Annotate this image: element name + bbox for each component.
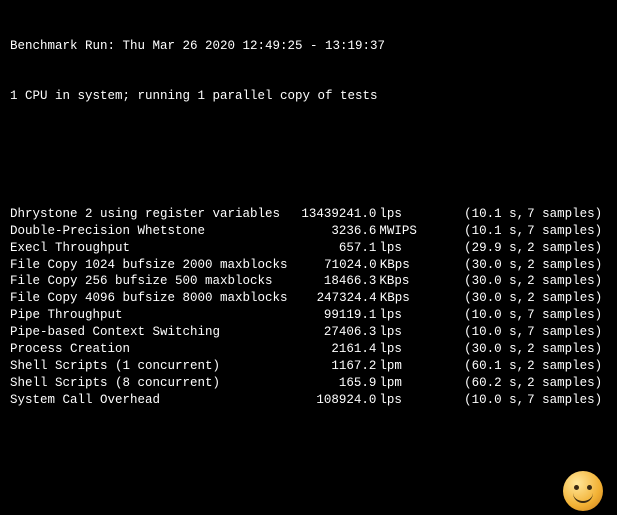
result-name: Double-Precision Whetstone — [10, 223, 282, 240]
result-unit: lpm — [376, 358, 424, 375]
result-value: 657.1 — [282, 240, 377, 257]
result-row: Shell Scripts (1 concurrent)1167.2lpm(60… — [10, 358, 607, 375]
terminal-output: Benchmark Run: Thu Mar 26 2020 12:49:25 … — [0, 0, 617, 515]
result-time: (60.1 s, — [424, 358, 524, 375]
benchmark-results-table: Dhrystone 2 using register variables1343… — [10, 206, 607, 409]
result-unit: lps — [376, 324, 424, 341]
result-value: 2161.4 — [282, 341, 377, 358]
result-name: System Call Overhead — [10, 392, 282, 409]
result-time: (29.9 s, — [424, 240, 524, 257]
result-unit: lps — [376, 240, 424, 257]
result-row: Shell Scripts (8 concurrent)165.9lpm(60.… — [10, 375, 607, 392]
result-unit: KBps — [376, 273, 424, 290]
result-samples: 7 samples) — [524, 324, 607, 341]
result-value: 247324.4 — [282, 290, 377, 307]
result-value: 99119.1 — [282, 307, 377, 324]
result-samples: 2 samples) — [524, 290, 607, 307]
result-row: System Call Overhead108924.0lps(10.0 s,7… — [10, 392, 607, 409]
result-samples: 2 samples) — [524, 273, 607, 290]
result-time: (30.0 s, — [424, 341, 524, 358]
result-name: Pipe-based Context Switching — [10, 324, 282, 341]
result-samples: 2 samples) — [524, 375, 607, 392]
result-value: 1167.2 — [282, 358, 377, 375]
result-value: 13439241.0 — [282, 206, 377, 223]
result-name: File Copy 1024 bufsize 2000 maxblocks — [10, 257, 282, 274]
run-header-line1: Benchmark Run: Thu Mar 26 2020 12:49:25 … — [10, 38, 607, 55]
result-time: (60.2 s, — [424, 375, 524, 392]
result-name: Shell Scripts (8 concurrent) — [10, 375, 282, 392]
blank-line — [10, 459, 607, 475]
result-unit: lps — [376, 392, 424, 409]
result-unit: lps — [376, 206, 424, 223]
result-time: (10.0 s, — [424, 324, 524, 341]
result-name: Shell Scripts (1 concurrent) — [10, 358, 282, 375]
result-value: 71024.0 — [282, 257, 377, 274]
result-samples: 7 samples) — [524, 307, 607, 324]
result-row: File Copy 4096 bufsize 8000 maxblocks247… — [10, 290, 607, 307]
result-row: Dhrystone 2 using register variables1343… — [10, 206, 607, 223]
result-row: Pipe-based Context Switching27406.3lps(1… — [10, 324, 607, 341]
result-time: (30.0 s, — [425, 257, 525, 274]
result-value: 27406.3 — [282, 324, 377, 341]
result-samples: 2 samples) — [524, 240, 607, 257]
result-time: (10.1 s, — [424, 223, 524, 240]
run-header-line2: 1 CPU in system; running 1 parallel copy… — [10, 88, 607, 105]
result-samples: 7 samples) — [524, 392, 607, 409]
result-value: 108924.0 — [282, 392, 377, 409]
result-samples: 2 samples) — [524, 257, 607, 274]
result-row: File Copy 256 bufsize 500 maxblocks18466… — [10, 273, 607, 290]
result-row: Double-Precision Whetstone3236.6MWIPS(10… — [10, 223, 607, 240]
result-unit: lps — [376, 341, 424, 358]
result-unit: KBps — [377, 257, 425, 274]
result-value: 165.9 — [282, 375, 377, 392]
result-name: Dhrystone 2 using register variables — [10, 206, 282, 223]
result-time: (30.0 s, — [425, 290, 525, 307]
result-time: (10.0 s, — [424, 392, 524, 409]
result-time: (10.1 s, — [424, 206, 524, 223]
result-time: (30.0 s, — [424, 273, 524, 290]
result-value: 3236.6 — [282, 223, 377, 240]
result-samples: 2 samples) — [524, 341, 607, 358]
result-name: Execl Throughput — [10, 240, 282, 257]
result-name: File Copy 256 bufsize 500 maxblocks — [10, 273, 282, 290]
result-row: File Copy 1024 bufsize 2000 maxblocks710… — [10, 257, 607, 274]
result-row: Process Creation2161.4lps(30.0 s,2 sampl… — [10, 341, 607, 358]
blank-line — [10, 139, 607, 155]
result-samples: 7 samples) — [524, 223, 607, 240]
result-unit: lpm — [376, 375, 424, 392]
result-name: Process Creation — [10, 341, 282, 358]
result-time: (10.0 s, — [424, 307, 524, 324]
result-unit: KBps — [377, 290, 425, 307]
result-name: File Copy 4096 bufsize 8000 maxblocks — [10, 290, 282, 307]
result-name: Pipe Throughput — [10, 307, 282, 324]
result-samples: 7 samples) — [524, 206, 607, 223]
result-value: 18466.3 — [282, 273, 377, 290]
result-row: Execl Throughput657.1lps(29.9 s,2 sample… — [10, 240, 607, 257]
result-samples: 2 samples) — [524, 358, 607, 375]
result-unit: MWIPS — [376, 223, 424, 240]
result-row: Pipe Throughput99119.1lps(10.0 s,7 sampl… — [10, 307, 607, 324]
result-unit: lps — [376, 307, 424, 324]
